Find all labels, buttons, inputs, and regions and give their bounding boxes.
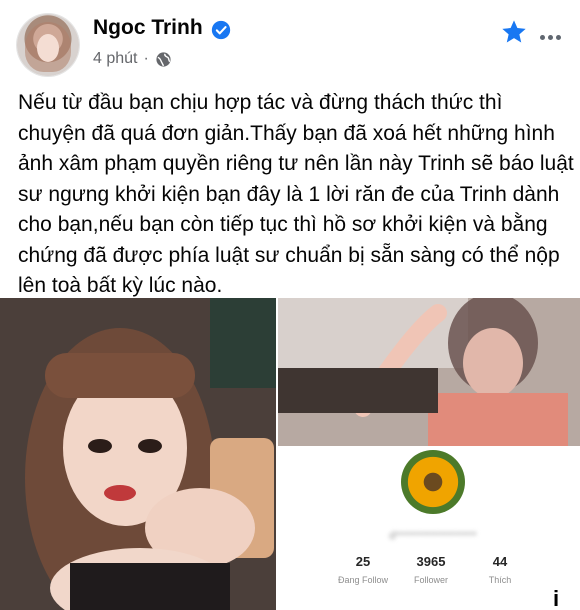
info-icon[interactable]: i [544,586,568,610]
avatar-face [37,34,59,62]
more-dot [548,35,553,40]
sunflower-avatar[interactable] [401,450,465,514]
verified-badge-icon [211,20,231,40]
likes-stat[interactable]: 44 Thích [455,554,545,585]
post-header: Ngoc Trinh 4 phút · [0,0,580,86]
selfie-photo[interactable] [0,298,276,610]
more-dot [540,35,545,40]
blurred-username[interactable]: d******************* [373,530,493,542]
instagram-screenshot[interactable]: d******************* 25 Đang Follow 3965… [278,298,580,610]
post-time[interactable]: 4 phút [93,50,137,68]
author-avatar[interactable] [17,14,79,76]
post-meta: 4 phút · [93,50,172,68]
likes-label: Thích [488,575,512,585]
star-icon[interactable] [500,18,528,46]
likes-count: 44 [492,554,508,569]
post-photos: d******************* 25 Đang Follow 3965… [0,298,580,610]
selfie-illustration [0,298,276,610]
post-content: Nếu từ đầu bạn chịu hợp tác và đừng thác… [18,91,574,297]
more-icon[interactable] [540,27,566,40]
more-dot [556,35,561,40]
meta-separator: · [143,50,149,67]
globe-icon[interactable] [155,51,172,68]
blurred-photo [278,298,580,446]
blurred-photo-illustration [278,298,580,446]
author-name[interactable]: Ngoc Trinh [93,16,203,40]
